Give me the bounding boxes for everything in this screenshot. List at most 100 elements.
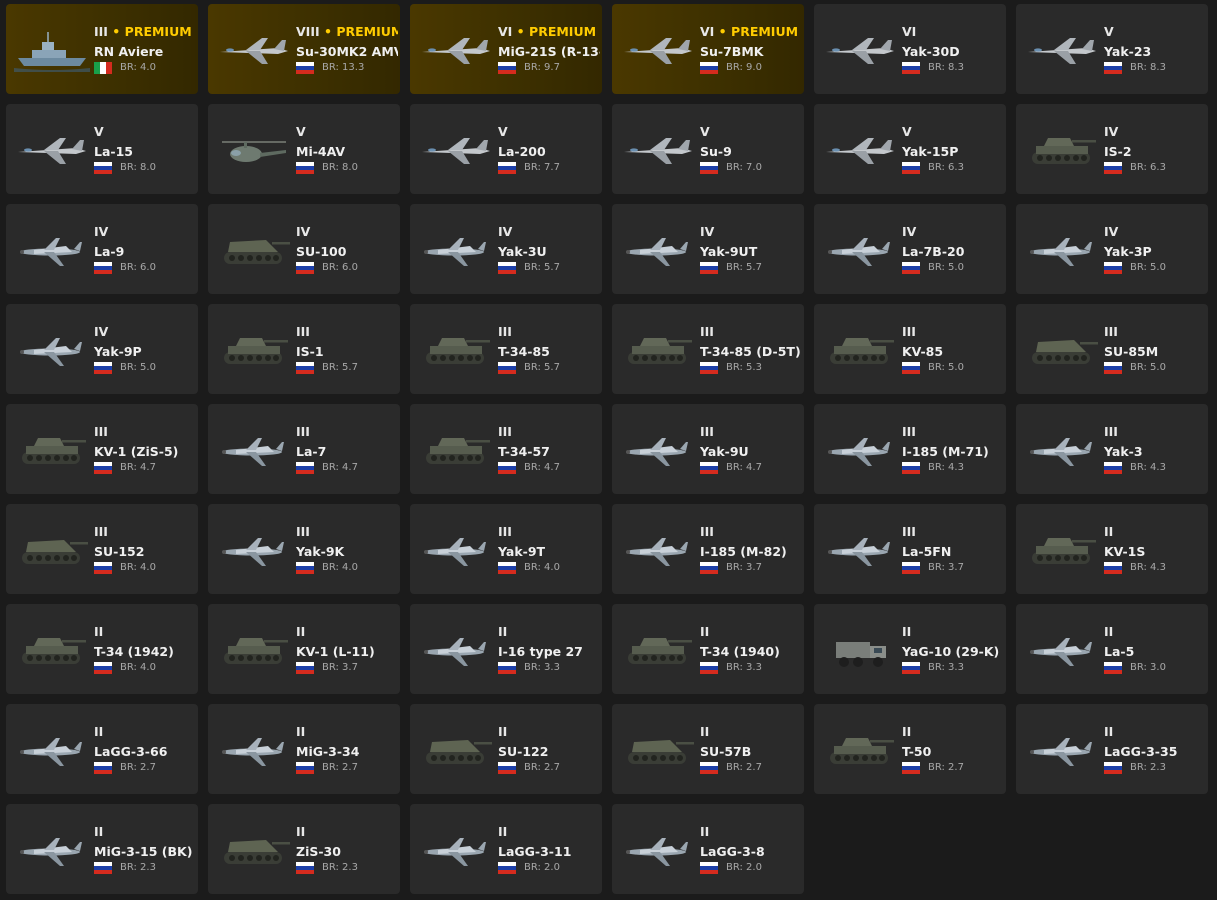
vehicle-card[interactable]: II SU-57B BR: 2.7 xyxy=(612,704,804,794)
battle-rating: BR: 5.0 xyxy=(120,362,156,373)
vehicle-card[interactable]: III T-34-85 (D-5T) BR: 5.3 xyxy=(612,304,804,394)
vehicle-info: V Mi-4AV BR: 8.0 xyxy=(296,124,398,176)
vehicle-card[interactable]: II I-16 type 27 BR: 3.3 xyxy=(410,604,602,694)
vehicle-card[interactable]: II T-34 (1942) BR: 4.0 xyxy=(6,604,198,694)
vehicle-name: T-34-57 xyxy=(498,444,550,459)
vehicle-info: II LaGG-3-11 BR: 2.0 xyxy=(498,824,600,876)
vehicle-card[interactable]: VI Yak-30D BR: 8.3 xyxy=(814,4,1006,94)
vehicle-card[interactable]: IV La-7B-20 BR: 5.0 xyxy=(814,204,1006,294)
vehicle-tank-icon xyxy=(620,622,696,678)
vehicle-name: LaGG-3-66 xyxy=(94,744,168,759)
vehicle-card[interactable]: III IS-1 BR: 5.7 xyxy=(208,304,400,394)
vehicle-card[interactable]: VI • PREMIUM MiG-21S (R-13-300) BR: 9.7 xyxy=(410,4,602,94)
vehicle-name: KV-1 (L-11) xyxy=(296,644,375,659)
vehicle-rank: V xyxy=(498,124,600,140)
vehicle-card[interactable]: III Yak-3 BR: 4.3 xyxy=(1016,404,1208,494)
vehicle-card[interactable]: III KV-1 (ZiS-5) BR: 4.7 xyxy=(6,404,198,494)
rank-numeral: II xyxy=(498,724,508,739)
battle-rating: BR: 2.0 xyxy=(726,862,762,873)
vehicle-card[interactable]: II LaGG-3-66 BR: 2.7 xyxy=(6,704,198,794)
vehicle-name: La-7 xyxy=(296,444,327,459)
vehicle-card[interactable]: V Yak-15P BR: 6.3 xyxy=(814,104,1006,194)
vehicle-info: II T-34 (1942) BR: 4.0 xyxy=(94,624,196,676)
vehicle-card[interactable]: III T-34-57 BR: 4.7 xyxy=(410,404,602,494)
vehicle-card[interactable]: IV La-9 BR: 6.0 xyxy=(6,204,198,294)
rank-numeral: III xyxy=(1104,324,1118,339)
vehicle-card[interactable]: III Yak-9K BR: 4.0 xyxy=(208,504,400,594)
vehicle-card[interactable]: IV Yak-3P BR: 5.0 xyxy=(1016,204,1208,294)
vehicle-card[interactable]: V Mi-4AV BR: 8.0 xyxy=(208,104,400,194)
vehicle-card[interactable]: V Yak-23 BR: 8.3 xyxy=(1016,4,1208,94)
battle-rating: BR: 3.3 xyxy=(928,662,964,673)
vehicle-name: La-5FN xyxy=(902,544,952,559)
vehicle-name: T-34 (1940) xyxy=(700,644,780,659)
vehicle-jet-icon xyxy=(1024,22,1100,78)
rank-numeral: III xyxy=(700,324,714,339)
vehicle-info: II ZiS-30 BR: 2.3 xyxy=(296,824,398,876)
vehicle-card[interactable]: II LaGG-3-35 BR: 2.3 xyxy=(1016,704,1208,794)
vehicle-card[interactable]: V La-200 BR: 7.7 xyxy=(410,104,602,194)
battle-rating-row: BR: 2.0 xyxy=(700,860,802,876)
vehicle-rank: IV xyxy=(296,224,398,240)
ussr-flag-icon xyxy=(498,562,516,574)
vehicle-card[interactable]: IV Yak-3U BR: 5.7 xyxy=(410,204,602,294)
battle-rating-row: BR: 4.7 xyxy=(94,460,196,476)
vehicle-card[interactable]: II T-34 (1940) BR: 3.3 xyxy=(612,604,804,694)
vehicle-card[interactable]: III Yak-9T BR: 4.0 xyxy=(410,504,602,594)
vehicle-card[interactable]: VIII • PREMIUM Su-30MK2 AMV BR: 13.3 xyxy=(208,4,400,94)
vehicle-card[interactable]: IV Yak-9UT BR: 5.7 xyxy=(612,204,804,294)
vehicle-info: V Yak-15P BR: 6.3 xyxy=(902,124,1004,176)
vehicle-rank: II xyxy=(94,624,196,640)
vehicle-card[interactable]: II KV-1S BR: 4.3 xyxy=(1016,504,1208,594)
vehicle-card[interactable]: IV Yak-9P BR: 5.0 xyxy=(6,304,198,394)
vehicle-card[interactable]: III SU-85M BR: 5.0 xyxy=(1016,304,1208,394)
vehicle-card[interactable]: V La-15 BR: 8.0 xyxy=(6,104,198,194)
vehicle-card[interactable]: IV IS-2 BR: 6.3 xyxy=(1016,104,1208,194)
vehicle-card[interactable]: III La-7 BR: 4.7 xyxy=(208,404,400,494)
vehicle-card[interactable]: III T-34-85 BR: 5.7 xyxy=(410,304,602,394)
vehicle-rank: V xyxy=(296,124,398,140)
vehicle-card[interactable]: II ZiS-30 BR: 2.3 xyxy=(208,804,400,894)
vehicle-info: II KV-1 (L-11) BR: 3.7 xyxy=(296,624,398,676)
vehicle-info: VIII • PREMIUM Su-30MK2 AMV BR: 13.3 xyxy=(296,24,398,76)
vehicle-card[interactable]: III SU-152 BR: 4.0 xyxy=(6,504,198,594)
vehicle-card[interactable]: II MiG-3-15 (BK) BR: 2.3 xyxy=(6,804,198,894)
vehicle-card[interactable]: III I-185 (M-71) BR: 4.3 xyxy=(814,404,1006,494)
ussr-flag-icon xyxy=(902,762,920,774)
vehicle-card[interactable]: V Su-9 BR: 7.0 xyxy=(612,104,804,194)
rank-numeral: V xyxy=(902,124,912,139)
vehicle-rank: II xyxy=(498,724,600,740)
vehicle-card[interactable]: II LaGG-3-8 BR: 2.0 xyxy=(612,804,804,894)
vehicle-card[interactable]: III Yak-9U BR: 4.7 xyxy=(612,404,804,494)
vehicle-tank-icon xyxy=(620,322,696,378)
battle-rating: BR: 5.7 xyxy=(322,362,358,373)
vehicle-info: IV La-7B-20 BR: 5.0 xyxy=(902,224,1004,276)
vehicle-card[interactable]: II La-5 BR: 3.0 xyxy=(1016,604,1208,694)
ussr-flag-icon xyxy=(902,462,920,474)
vehicle-plane-icon xyxy=(418,622,494,678)
vehicle-card[interactable]: III La-5FN BR: 3.7 xyxy=(814,504,1006,594)
vehicle-card[interactable]: II KV-1 (L-11) BR: 3.7 xyxy=(208,604,400,694)
ussr-flag-icon xyxy=(1104,262,1122,274)
vehicle-card[interactable]: II T-50 BR: 2.7 xyxy=(814,704,1006,794)
vehicle-card[interactable]: II SU-122 BR: 2.7 xyxy=(410,704,602,794)
rank-numeral: III xyxy=(296,524,310,539)
vehicle-card[interactable]: II MiG-3-34 BR: 2.7 xyxy=(208,704,400,794)
battle-rating: BR: 5.0 xyxy=(928,262,964,273)
vehicle-plane-icon xyxy=(418,222,494,278)
vehicle-card[interactable]: III • PREMIUM RN Aviere BR: 4.0 xyxy=(6,4,198,94)
battle-rating-row: BR: 4.7 xyxy=(498,460,600,476)
vehicle-card[interactable]: IV SU-100 BR: 6.0 xyxy=(208,204,400,294)
vehicle-card[interactable]: VI • PREMIUM Su-7BMK BR: 9.0 xyxy=(612,4,804,94)
rank-numeral: II xyxy=(498,824,508,839)
vehicle-card[interactable]: II LaGG-3-11 BR: 2.0 xyxy=(410,804,602,894)
vehicle-tank-icon xyxy=(1024,122,1100,178)
vehicle-plane-icon xyxy=(822,522,898,578)
vehicle-card[interactable]: III I-185 (M-82) BR: 3.7 xyxy=(612,504,804,594)
vehicle-card[interactable]: II YaG-10 (29-K) BR: 3.3 xyxy=(814,604,1006,694)
vehicle-card[interactable]: III KV-85 BR: 5.0 xyxy=(814,304,1006,394)
rank-numeral: II xyxy=(94,724,104,739)
battle-rating-row: BR: 3.0 xyxy=(1104,660,1206,676)
vehicle-name: LaGG-3-35 xyxy=(1104,744,1178,759)
rank-numeral: V xyxy=(1104,24,1114,39)
